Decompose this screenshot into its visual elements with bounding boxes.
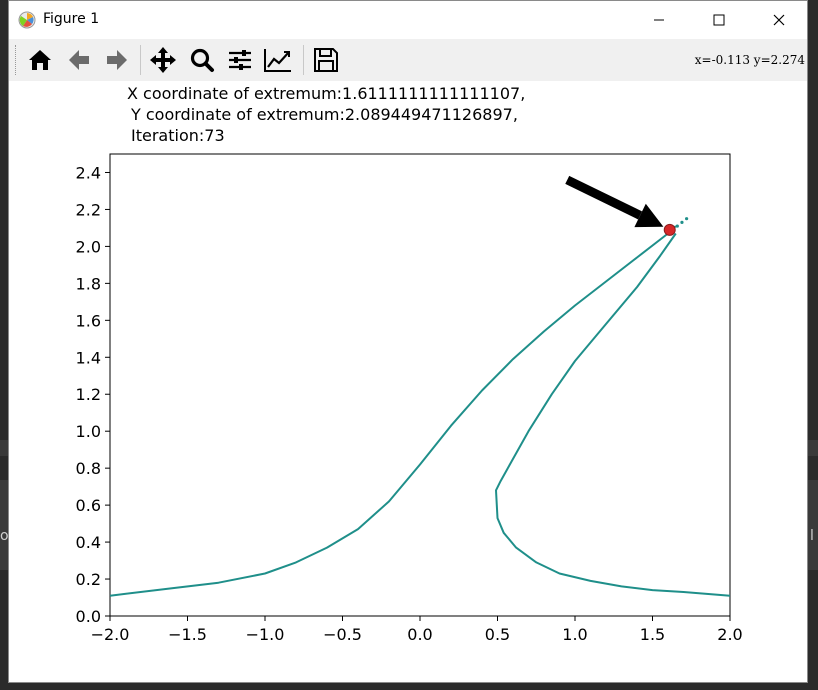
x-tick-label: −0.5 — [323, 625, 362, 644]
y-tick-label: 1.2 — [76, 385, 101, 404]
toolbar-grip[interactable] — [15, 45, 19, 75]
minimize-button[interactable] — [629, 1, 689, 39]
matplotlib-icon — [18, 11, 36, 29]
csdn-watermark: CSDN @二开金城武 — [632, 662, 770, 680]
maximize-icon — [713, 14, 725, 26]
series-lines — [109, 217, 731, 597]
plot-svg[interactable]: X coordinate of extremum:1.6111111111111… — [9, 81, 807, 682]
chart-title-line: Y coordinate of extremum:2.0894494711268… — [130, 105, 518, 124]
y-tick-label: 0.4 — [76, 533, 101, 552]
y-tick-label: 2.2 — [76, 200, 101, 219]
toolbar-separator — [303, 45, 304, 75]
chart-title-line: X coordinate of extremum:1.6111111111111… — [127, 84, 525, 103]
y-tick-label: 1.0 — [76, 422, 101, 441]
x-tick-label: 0.0 — [407, 625, 432, 644]
zoom-button[interactable] — [185, 43, 219, 77]
y-tick-label: 1.6 — [76, 311, 101, 330]
x-tick-label: 1.5 — [640, 625, 665, 644]
extremum-marker — [663, 223, 676, 236]
y-tick-label: 2.4 — [76, 163, 101, 182]
x-tick-label: −1.0 — [246, 625, 285, 644]
series-dot — [685, 217, 689, 221]
toolbar-separator — [140, 45, 141, 75]
y-tick-label: 0.6 — [76, 496, 101, 515]
home-button[interactable] — [23, 43, 57, 77]
y-axis: 0.0 0.2 0.4 0.6 0.8 1.0 1.2 1.4 1.6 1.8 2.0 2.2 2.4 — [76, 163, 110, 626]
figure-canvas[interactable]: X coordinate of extremum:1.6111111111111… — [9, 81, 807, 682]
minimize-icon — [654, 19, 664, 21]
close-button[interactable] — [749, 1, 809, 39]
navigation-toolbar: x=-0.113 y=2.274 — [9, 39, 807, 82]
window-title: Figure 1 — [43, 11, 100, 27]
y-tick-label: 0.0 — [76, 607, 101, 626]
cursor-coordinates: x=-0.113 y=2.274 — [694, 53, 805, 67]
chart-title: X coordinate of extremum:1.6111111111111… — [127, 84, 525, 145]
pan-button[interactable] — [146, 43, 180, 77]
y-tick-label: 0.2 — [76, 570, 101, 589]
forward-button[interactable] — [100, 43, 134, 77]
move-icon — [150, 47, 176, 73]
back-button[interactable] — [62, 43, 96, 77]
annotation-arrow-shaft — [565, 175, 643, 220]
subplots-button[interactable] — [223, 43, 257, 77]
x-axis: −2.0 −1.5 −1.0 −0.5 0.0 0.5 1.0 1.5 2.0 — [91, 616, 743, 644]
x-tick-label: 1.0 — [562, 625, 587, 644]
x-tick-label: 2.0 — [717, 625, 742, 644]
edit-axis-button[interactable] — [261, 43, 295, 77]
y-tick-label: 1.4 — [76, 348, 101, 367]
x-tick-label: 0.5 — [485, 625, 510, 644]
series-dot — [680, 220, 684, 224]
home-icon — [29, 50, 51, 70]
y-tick-label: 2.0 — [76, 237, 101, 256]
title-bar[interactable]: Figure 1 — [9, 1, 807, 39]
series-line — [495, 232, 731, 597]
magnifier-icon — [190, 48, 214, 72]
line-chart-icon — [264, 49, 291, 72]
maximize-button[interactable] — [689, 1, 749, 39]
chart-title-line: Iteration:73 — [131, 126, 225, 145]
background-edge-text: l — [810, 528, 814, 544]
y-tick-label: 0.8 — [76, 459, 101, 478]
figure-window: Figure 1 x=-0.113 y=2.274 X coordinate o… — [8, 0, 808, 683]
sliders-icon — [229, 50, 251, 70]
arrow-left-icon — [69, 50, 89, 70]
arrow-right-icon — [107, 50, 127, 70]
extremum-annotation — [565, 175, 676, 236]
y-tick-label: 1.8 — [76, 274, 101, 293]
series-dot — [675, 224, 679, 228]
x-tick-label: −2.0 — [91, 625, 130, 644]
series-line — [109, 225, 677, 597]
floppy-disk-icon — [314, 48, 338, 72]
close-icon — [773, 14, 785, 26]
x-tick-label: −1.5 — [168, 625, 207, 644]
save-button[interactable] — [309, 43, 343, 77]
